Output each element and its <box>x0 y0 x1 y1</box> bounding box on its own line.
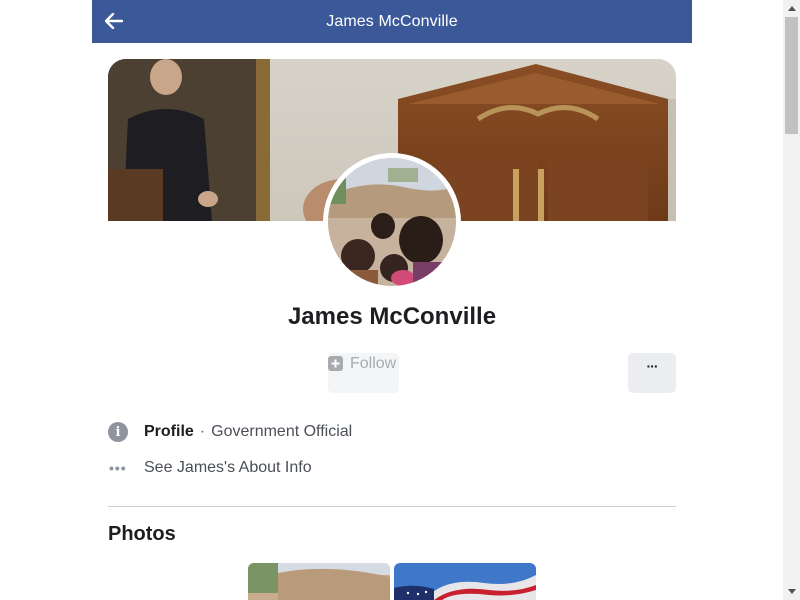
profile-category: Government Official <box>211 423 353 440</box>
back-button[interactable] <box>102 9 126 33</box>
follow-label: Follow <box>350 355 397 372</box>
profile-label: Profile <box>144 423 194 440</box>
profile-picture <box>328 158 456 286</box>
more-options-button[interactable]: ··· <box>628 353 676 393</box>
follow-button[interactable]: Follow <box>328 353 399 393</box>
back-arrow-icon <box>105 13 123 29</box>
photo-thumbnail[interactable] <box>394 563 536 600</box>
follow-plus-icon <box>328 356 343 371</box>
more-horizontal-icon: ••• <box>109 460 127 476</box>
scroll-down-arrow-icon[interactable] <box>783 583 800 600</box>
more-dots-icon: ··· <box>646 358 659 374</box>
profile-name: James McConville <box>287 303 497 330</box>
profile-category-row: i Profile · Government Official <box>108 420 676 444</box>
photos-section-title: Photos <box>108 523 176 545</box>
profile-picture-frame[interactable] <box>323 153 461 291</box>
vertical-scrollbar[interactable] <box>783 0 800 600</box>
about-info-label: See James's About Info <box>144 459 312 476</box>
separator-dot: · <box>199 423 206 440</box>
info-icon: i <box>108 422 128 442</box>
scroll-up-arrow-icon[interactable] <box>783 0 800 17</box>
top-app-bar: James McConville <box>92 0 692 43</box>
photo-thumbnail[interactable] <box>248 563 390 600</box>
about-info-link[interactable]: ••• See James's About Info <box>108 456 676 480</box>
page-title: James McConville <box>326 12 458 30</box>
scrollbar-thumb[interactable] <box>785 17 798 134</box>
section-divider <box>108 506 676 507</box>
